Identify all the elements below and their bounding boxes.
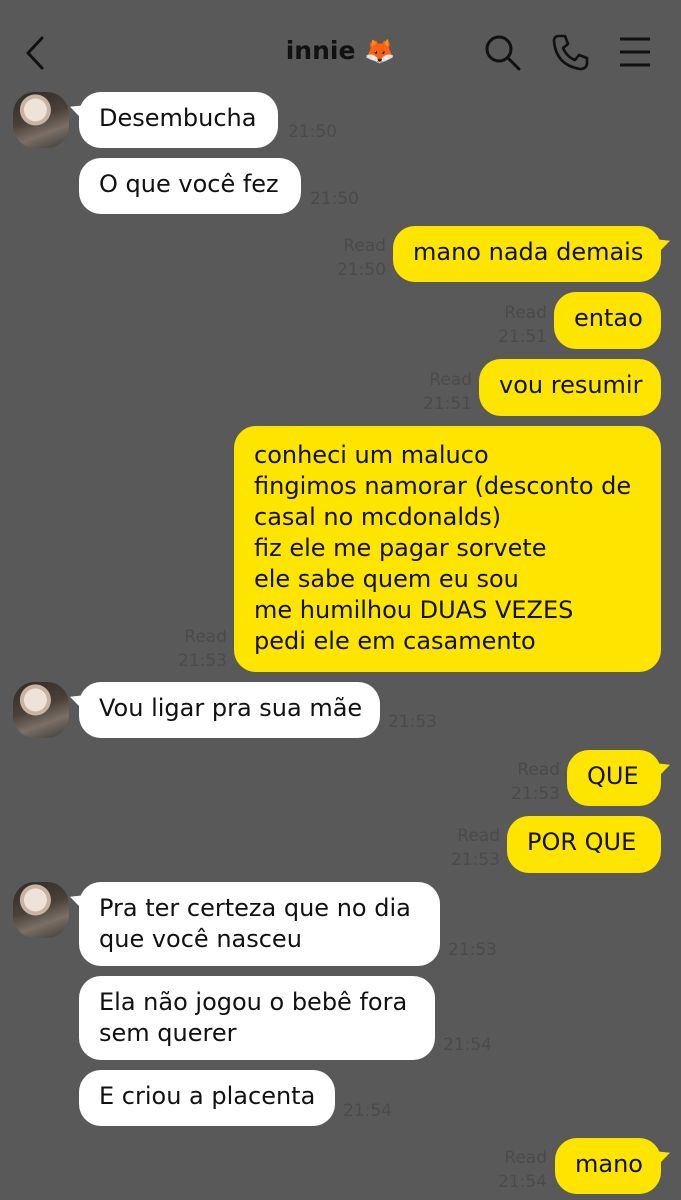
avatar[interactable]	[13, 682, 69, 738]
message-line: Pra ter certeza que no dia	[99, 894, 411, 922]
message-bubble-outgoing[interactable]: mano	[555, 1138, 661, 1194]
message-time: 21:53	[388, 712, 437, 732]
message-text: entao	[574, 304, 643, 332]
message-time: 21:54	[498, 1172, 547, 1192]
message-text: QUE	[587, 762, 639, 790]
read-receipt: Read	[504, 1148, 547, 1168]
message-line: casal no mcdonalds)	[254, 503, 502, 531]
message-meta: Read 21:51	[498, 301, 547, 349]
message-bubble-outgoing[interactable]: vou resumir	[479, 359, 661, 416]
message-line: me humilhou DUAS VEZES	[254, 596, 574, 624]
message-line: Ela não jogou o bebê fora	[99, 988, 408, 1016]
message-time: 21:53	[448, 940, 497, 960]
message-time: 21:54	[343, 1101, 392, 1121]
message-line: conheci um maluco	[254, 441, 489, 469]
message-text: O que você fez	[99, 170, 279, 198]
message-time: 21:51	[423, 394, 472, 414]
message-meta: Read 21:54	[498, 1146, 547, 1194]
message-meta: Read 21:53	[178, 625, 227, 673]
message-time: 21:50	[337, 260, 386, 280]
message-text: Vou ligar pra sua mãe	[99, 694, 363, 722]
message-time: 21:53	[451, 850, 500, 870]
message-meta: Read 21:51	[423, 368, 472, 416]
message-line: pedi ele em casamento	[254, 627, 536, 655]
read-receipt: Read	[343, 236, 386, 256]
phone-icon[interactable]	[550, 32, 590, 72]
message-line: que você nasceu	[99, 925, 302, 953]
read-receipt: Read	[184, 627, 227, 647]
read-receipt: Read	[517, 760, 560, 780]
message-text: Desembucha	[99, 104, 257, 132]
read-receipt: Read	[429, 370, 472, 390]
message-time: 21:54	[443, 1035, 492, 1055]
message-bubble-outgoing[interactable]: POR QUE	[507, 816, 661, 873]
message-bubble-incoming[interactable]: Desembucha	[79, 92, 278, 148]
message-time: 21:51	[498, 327, 547, 347]
message-bubble-outgoing[interactable]: QUE	[567, 750, 661, 806]
message-meta: Read 21:50	[337, 234, 386, 282]
message-time: 21:53	[511, 784, 560, 804]
message-meta: Read 21:53	[511, 758, 560, 806]
message-text: POR QUE	[527, 828, 637, 856]
message-line: fiz ele me pagar sorvete	[254, 534, 547, 562]
avatar[interactable]	[13, 92, 69, 148]
chat-header: innie 🦊	[0, 0, 681, 100]
message-bubble-incoming[interactable]: Pra ter certeza que no dia que você nasc…	[79, 882, 440, 966]
message-bubble-incoming[interactable]: Ela não jogou o bebê fora sem querer	[79, 976, 435, 1060]
message-bubble-outgoing[interactable]: conheci um maluco fingimos namorar (desc…	[234, 426, 661, 672]
message-time: 21:50	[288, 122, 337, 142]
message-line: fingimos namorar (desconto de	[254, 472, 632, 500]
search-icon[interactable]	[482, 32, 522, 72]
message-time: 21:53	[178, 651, 227, 671]
message-meta: Read 21:53	[451, 824, 500, 872]
message-bubble-incoming[interactable]: O que você fez	[79, 158, 301, 214]
message-line: sem querer	[99, 1019, 237, 1047]
message-time: 21:50	[310, 189, 359, 209]
message-line: ele sabe quem eu sou	[254, 565, 519, 593]
read-receipt: Read	[504, 303, 547, 323]
message-text: E criou a placenta	[99, 1082, 316, 1110]
message-text: mano	[575, 1150, 643, 1178]
message-bubble-outgoing[interactable]: mano nada demais	[393, 226, 661, 282]
avatar[interactable]	[13, 882, 69, 938]
menu-icon[interactable]	[616, 32, 656, 72]
message-text: vou resumir	[499, 371, 643, 399]
message-bubble-outgoing[interactable]: entao	[554, 292, 661, 349]
message-bubble-incoming[interactable]: Vou ligar pra sua mãe	[79, 682, 380, 738]
message-text: mano nada demais	[413, 238, 644, 266]
read-receipt: Read	[457, 826, 500, 846]
message-bubble-incoming[interactable]: E criou a placenta	[79, 1070, 335, 1126]
